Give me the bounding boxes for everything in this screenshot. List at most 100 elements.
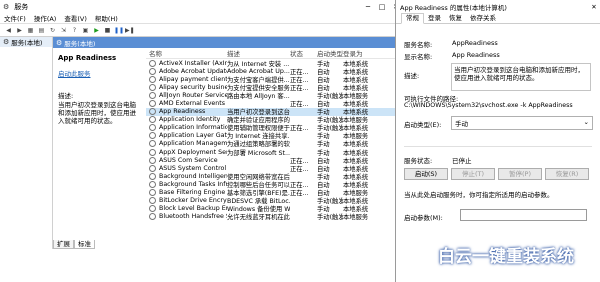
start-button[interactable]: 启动(S) xyxy=(404,168,448,180)
up-icon[interactable]: ▦ xyxy=(26,26,35,35)
service-name-text: ASUS Com Service xyxy=(159,156,218,164)
menu-help[interactable]: 帮助(H) xyxy=(95,13,118,23)
column-logon-as[interactable]: 登录为 xyxy=(343,48,389,58)
service-gear-icon xyxy=(149,156,156,164)
service-startup-cell: 手动(触发... xyxy=(317,214,343,222)
tab-recovery[interactable]: 恢复 xyxy=(445,14,466,23)
service-description-cell: 为部署 Microsoft St... xyxy=(227,149,290,157)
service-name-cell: Application Layer Gateway S... xyxy=(146,132,227,140)
service-status-cell: 正在... xyxy=(290,125,309,133)
back-icon[interactable]: ◀ xyxy=(4,26,13,35)
menu-view[interactable]: 查看(V) xyxy=(64,13,87,23)
tab-general[interactable]: 常规 xyxy=(401,13,424,24)
dialog-title: App Readiness 的属性(本地计算机) xyxy=(400,3,507,12)
service-name-text: Application Layer Gateway S... xyxy=(159,132,227,140)
stop-button[interactable]: 停止(T) xyxy=(451,168,495,180)
resume-button[interactable]: 恢复(R) xyxy=(545,168,589,180)
service-gear-icon xyxy=(149,116,156,124)
tab-logon[interactable]: 登录 xyxy=(424,14,445,23)
service-name-cell: Background Intelligent Trans... xyxy=(146,172,227,180)
tree-item-local-services[interactable]: ⚙ 服务(本地) xyxy=(0,37,52,47)
service-gear-icon xyxy=(149,91,156,99)
service-name-text: BitLocker Drive Encryption S... xyxy=(159,197,227,205)
services-window: ⚙ 服务 ─ □ ✕ 文件(F) 操作(A) 查看(V) 帮助(H) ◀ ▶ ▦… xyxy=(0,0,404,282)
service-gear-icon xyxy=(149,108,156,116)
service-name-text: Block Level Backup Engine S... xyxy=(159,205,227,213)
dialog-tabs: 常规 登录 恢复 依存关系 xyxy=(396,13,600,24)
service-name-text: Adobe Acrobat Update Servi... xyxy=(159,67,227,75)
service-name-text: Alipay payment client securi... xyxy=(159,75,227,83)
start-service-link[interactable]: 启动此服务 xyxy=(58,70,91,78)
tree-item-label: 服务(本地) xyxy=(11,39,43,47)
service-name-text: AllJoyn Router Service xyxy=(159,91,227,99)
service-name-text: AMD External Events Utility xyxy=(159,100,227,108)
service-name-cell: ASUS Com Service xyxy=(146,156,227,164)
service-name-cell: Alipay security business serv... xyxy=(146,83,227,91)
startup-type-value: 手动 xyxy=(455,120,468,128)
startup-type-select[interactable]: 手动 ⌄ xyxy=(451,116,593,130)
service-status-label: 服务状态: xyxy=(404,157,433,165)
tab-standard[interactable]: 标准 xyxy=(74,240,95,249)
start-params-input[interactable] xyxy=(460,209,587,221)
services-gear-icon: ⚙ xyxy=(3,2,10,11)
menu-action[interactable]: 操作(A) xyxy=(34,13,57,23)
service-name-text: AppX Deployment Service (... xyxy=(159,148,227,156)
maximize-button[interactable]: □ xyxy=(375,3,389,11)
column-description[interactable]: 描述 xyxy=(227,48,290,58)
refresh-icon[interactable]: ↻ xyxy=(48,26,57,35)
service-gear-icon xyxy=(149,75,156,83)
forward-icon[interactable]: ▶ xyxy=(15,26,24,35)
console-tree: ⚙ 服务(本地) xyxy=(0,37,53,249)
service-name-label: 服务名称: xyxy=(404,41,433,49)
chevron-down-icon: ⌄ xyxy=(583,118,589,126)
service-description-cell: 允许无线蓝牙耳机在此... xyxy=(227,214,290,222)
pause-service-icon[interactable]: ❚❚ xyxy=(114,26,124,35)
display-name-value: App Readiness xyxy=(452,51,500,59)
minimize-button[interactable]: ─ xyxy=(361,3,375,11)
pause-button[interactable]: 暂停(P) xyxy=(498,168,542,180)
start-params-label: 启动参数(M): xyxy=(404,214,443,222)
show-tree-icon[interactable]: ▤ xyxy=(37,26,46,35)
watermark-logo: 白云一键重装系统 xyxy=(438,247,574,267)
list-header: 名称 描述 状态 启动类型 登录为 xyxy=(146,48,403,59)
list-rows: ActiveX Installer (AxInstSV)为从 Internet … xyxy=(146,59,403,221)
description-pane: App Readiness 启动此服务 描述: 当用户初次登录到这台电脑和添加新… xyxy=(53,48,146,244)
service-name-cell: AMD External Events Utility xyxy=(146,100,227,108)
service-gear-icon xyxy=(149,140,156,148)
service-name-cell: Base Filtering Engine xyxy=(146,189,227,197)
service-gear-icon xyxy=(149,180,156,188)
menu-bar: 文件(F) 操作(A) 查看(V) 帮助(H) xyxy=(0,13,403,24)
dialog-description-box[interactable]: 当用户初次登录到这台电脑和添加新应用时，使应用进入就绪可用的状态。 xyxy=(451,63,591,91)
toolbar: ◀ ▶ ▦ ▤ ↻ ⇲ ? ▣ ▶ ■ ❚❚ ▶❚ xyxy=(0,24,403,37)
column-name[interactable]: 名称 xyxy=(146,48,227,58)
stop-service-icon[interactable]: ■ xyxy=(103,26,112,35)
table-row[interactable]: Bluetooth Handsfree Service允许无线蓝牙耳机在此...… xyxy=(146,213,403,221)
selected-service-name: App Readiness xyxy=(58,54,117,62)
export-icon[interactable]: ⇲ xyxy=(59,26,68,35)
service-status-cell: 正在... xyxy=(290,190,309,198)
service-name-cell: Alipay payment client securi... xyxy=(146,75,227,83)
tab-extended[interactable]: 扩展 xyxy=(53,240,74,249)
properties-icon[interactable]: ▣ xyxy=(81,26,90,35)
services-pane: ⚙ 服务(本地) App Readiness 启动此服务 描述: 当用户初次登录… xyxy=(53,37,403,249)
service-status-cell: 正在... xyxy=(290,84,309,92)
start-service-icon[interactable]: ▶ xyxy=(92,26,101,35)
service-name-text: Base Filtering Engine xyxy=(159,189,226,197)
restart-service-icon[interactable]: ▶❚ xyxy=(125,26,135,35)
service-name-cell: Application Management xyxy=(146,140,227,148)
service-name-cell: AppX Deployment Service (... xyxy=(146,148,227,156)
title-bar: ⚙ 服务 ─ □ ✕ xyxy=(0,0,403,13)
help-icon[interactable]: ? xyxy=(70,26,79,35)
dialog-close-button[interactable]: ✕ xyxy=(587,3,600,11)
tab-dependencies[interactable]: 依存关系 xyxy=(466,14,500,23)
gear-icon: ⚙ xyxy=(3,38,10,46)
column-status[interactable]: 状态 xyxy=(290,48,317,58)
start-params-hint: 当从此处启动服务时，你可指定所适用的启动参数。 xyxy=(404,191,554,199)
column-startup-type[interactable]: 启动类型 xyxy=(317,48,343,58)
properties-dialog: App Readiness 的属性(本地计算机) ✕ 常规 登录 恢复 依存关系… xyxy=(395,0,600,282)
service-logon-cell: 本地服务 xyxy=(343,214,369,222)
service-gear-icon xyxy=(149,197,156,205)
menu-file[interactable]: 文件(F) xyxy=(4,13,26,23)
service-name-text: Bluetooth Handsfree Service xyxy=(159,213,227,221)
dialog-description-label: 描述: xyxy=(404,72,420,80)
